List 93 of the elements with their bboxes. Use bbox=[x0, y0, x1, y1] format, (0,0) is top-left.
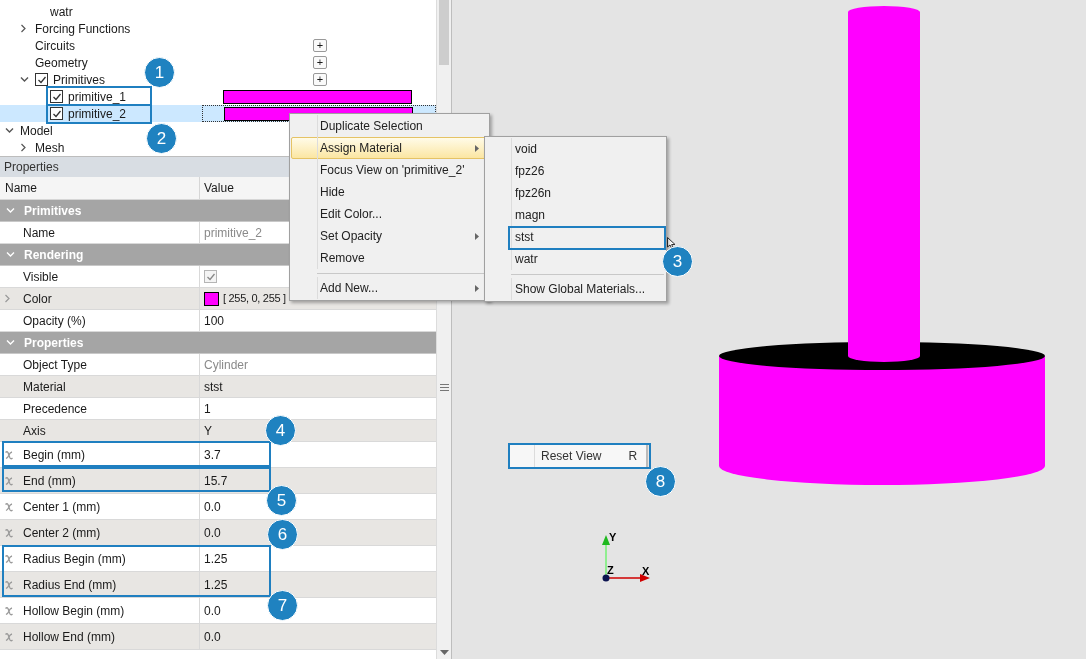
menu-item-label: Edit Color... bbox=[320, 206, 383, 223]
variable-icon bbox=[4, 605, 14, 616]
shortcut-label: R bbox=[628, 448, 638, 465]
tree-item-label[interactable]: Geometry bbox=[35, 56, 88, 69]
add-button[interactable]: + bbox=[313, 39, 327, 52]
variable-icon bbox=[4, 501, 14, 512]
property-value[interactable]: Cylinder bbox=[204, 355, 248, 374]
tree-item-label[interactable]: Circuits bbox=[35, 39, 75, 52]
property-value[interactable]: stst bbox=[204, 377, 223, 396]
property-name: Hollow Begin (mm) bbox=[23, 602, 125, 620]
property-name: Name bbox=[23, 224, 55, 242]
menu-item-label: Reset View bbox=[541, 448, 602, 465]
tree-item-label: primitive_2 bbox=[68, 107, 127, 120]
chevron-right-icon[interactable] bbox=[20, 143, 27, 152]
add-button[interactable]: + bbox=[313, 73, 327, 86]
property-name: Radius Begin (mm) bbox=[23, 550, 126, 568]
chevron-down-icon[interactable] bbox=[5, 127, 14, 134]
menu-item-label: Assign Material bbox=[320, 140, 403, 157]
axis-label: X bbox=[642, 565, 650, 577]
menu-item-label: Hide bbox=[320, 184, 345, 201]
color-swatch[interactable] bbox=[204, 291, 219, 306]
property-value[interactable]: 15.7 bbox=[204, 471, 228, 490]
property-value[interactable]: 100 bbox=[204, 311, 225, 330]
menu-item-label: Remove bbox=[320, 250, 365, 267]
tree-item-label[interactable]: Forcing Functions bbox=[35, 22, 131, 35]
variable-icon bbox=[4, 475, 14, 486]
property-value[interactable]: 1.25 bbox=[204, 575, 228, 594]
property-name: Axis bbox=[23, 422, 46, 440]
property-value[interactable]: 0.0 bbox=[204, 601, 221, 620]
property-value[interactable]: 0.0 bbox=[204, 627, 221, 646]
menu-item[interactable]: void bbox=[486, 138, 665, 160]
property-name: Object Type bbox=[23, 356, 87, 374]
group-label: Rendering bbox=[24, 246, 84, 264]
tree-item[interactable]: primitive_1 bbox=[0, 88, 436, 105]
menu-item[interactable]: magn bbox=[486, 204, 665, 226]
tree-item-label[interactable]: watr bbox=[50, 5, 73, 18]
menu-item-label: watr bbox=[515, 251, 538, 268]
property-name: Begin (mm) bbox=[23, 446, 85, 464]
property-name: End (mm) bbox=[23, 472, 76, 490]
checkbox[interactable] bbox=[35, 73, 48, 86]
property-name: Opacity (%) bbox=[23, 312, 86, 330]
menu-item-label: Add New... bbox=[320, 280, 379, 297]
property-name: Material bbox=[23, 378, 66, 396]
menu-item[interactable]: fpz26 bbox=[486, 160, 665, 182]
menu-item[interactable]: watr bbox=[486, 248, 665, 270]
menu-item[interactable]: Reset View R bbox=[510, 445, 648, 467]
variable-icon bbox=[4, 631, 14, 642]
property-value[interactable]: 0.0 bbox=[204, 497, 221, 516]
pointer-icon bbox=[667, 237, 676, 250]
down-arrow-icon[interactable] bbox=[439, 650, 449, 655]
property-value[interactable]: primitive_2 bbox=[204, 223, 263, 242]
property-name: Hollow End (mm) bbox=[23, 628, 115, 646]
property-name: Center 1 (mm) bbox=[23, 498, 101, 516]
checkbox[interactable] bbox=[50, 107, 63, 120]
menu-item-label: stst bbox=[515, 229, 534, 246]
variable-icon bbox=[4, 449, 14, 460]
menu-item-label: Set Opacity bbox=[320, 228, 383, 245]
menu-item[interactable]: Show Global Materials... bbox=[486, 278, 665, 300]
grip-icon bbox=[439, 384, 449, 391]
property-value[interactable]: 1.25 bbox=[204, 549, 228, 568]
column-header[interactable]: Name bbox=[0, 177, 200, 199]
property-value[interactable]: [ 255, 0, 255 ] bbox=[223, 290, 286, 307]
variable-icon bbox=[4, 553, 14, 564]
property-name: Precedence bbox=[23, 400, 88, 418]
chevron-down-icon[interactable] bbox=[20, 76, 29, 83]
axis-label: Z bbox=[607, 564, 614, 576]
menu-item[interactable]: fpz26n bbox=[486, 182, 665, 204]
axis-triad-drawing bbox=[602, 535, 650, 582]
variable-icon bbox=[4, 579, 14, 590]
menu-item-label: fpz26n bbox=[515, 185, 552, 202]
menu-item-label: void bbox=[515, 141, 537, 158]
chevron-right-icon[interactable] bbox=[20, 24, 27, 33]
axis-label: Y bbox=[609, 531, 617, 543]
property-value[interactable]: 1 bbox=[204, 399, 211, 418]
property-name: Center 2 (mm) bbox=[23, 524, 101, 542]
tree-item-label[interactable]: Mesh bbox=[35, 141, 65, 154]
property-name: Radius End (mm) bbox=[23, 576, 117, 594]
group-label: Primitives bbox=[24, 202, 82, 220]
property-name: Visible bbox=[23, 268, 59, 286]
tree-item-label: primitive_1 bbox=[68, 90, 127, 103]
menu-item-label: Show Global Materials... bbox=[515, 281, 646, 298]
property-value[interactable]: 0.0 bbox=[204, 523, 221, 542]
property-name: Color bbox=[23, 290, 52, 308]
add-button[interactable]: + bbox=[313, 56, 327, 69]
menu-item-label: magn bbox=[515, 207, 546, 224]
menu-item-label: fpz26 bbox=[515, 163, 545, 180]
property-value[interactable]: Y bbox=[204, 421, 212, 440]
property-value[interactable]: 3.7 bbox=[204, 445, 221, 464]
checkbox[interactable] bbox=[50, 90, 63, 103]
tree-item-label[interactable]: Model bbox=[20, 124, 53, 137]
variable-icon bbox=[4, 527, 14, 538]
group-label: Properties bbox=[24, 334, 84, 352]
tree-item-label[interactable]: Primitives bbox=[53, 73, 105, 86]
